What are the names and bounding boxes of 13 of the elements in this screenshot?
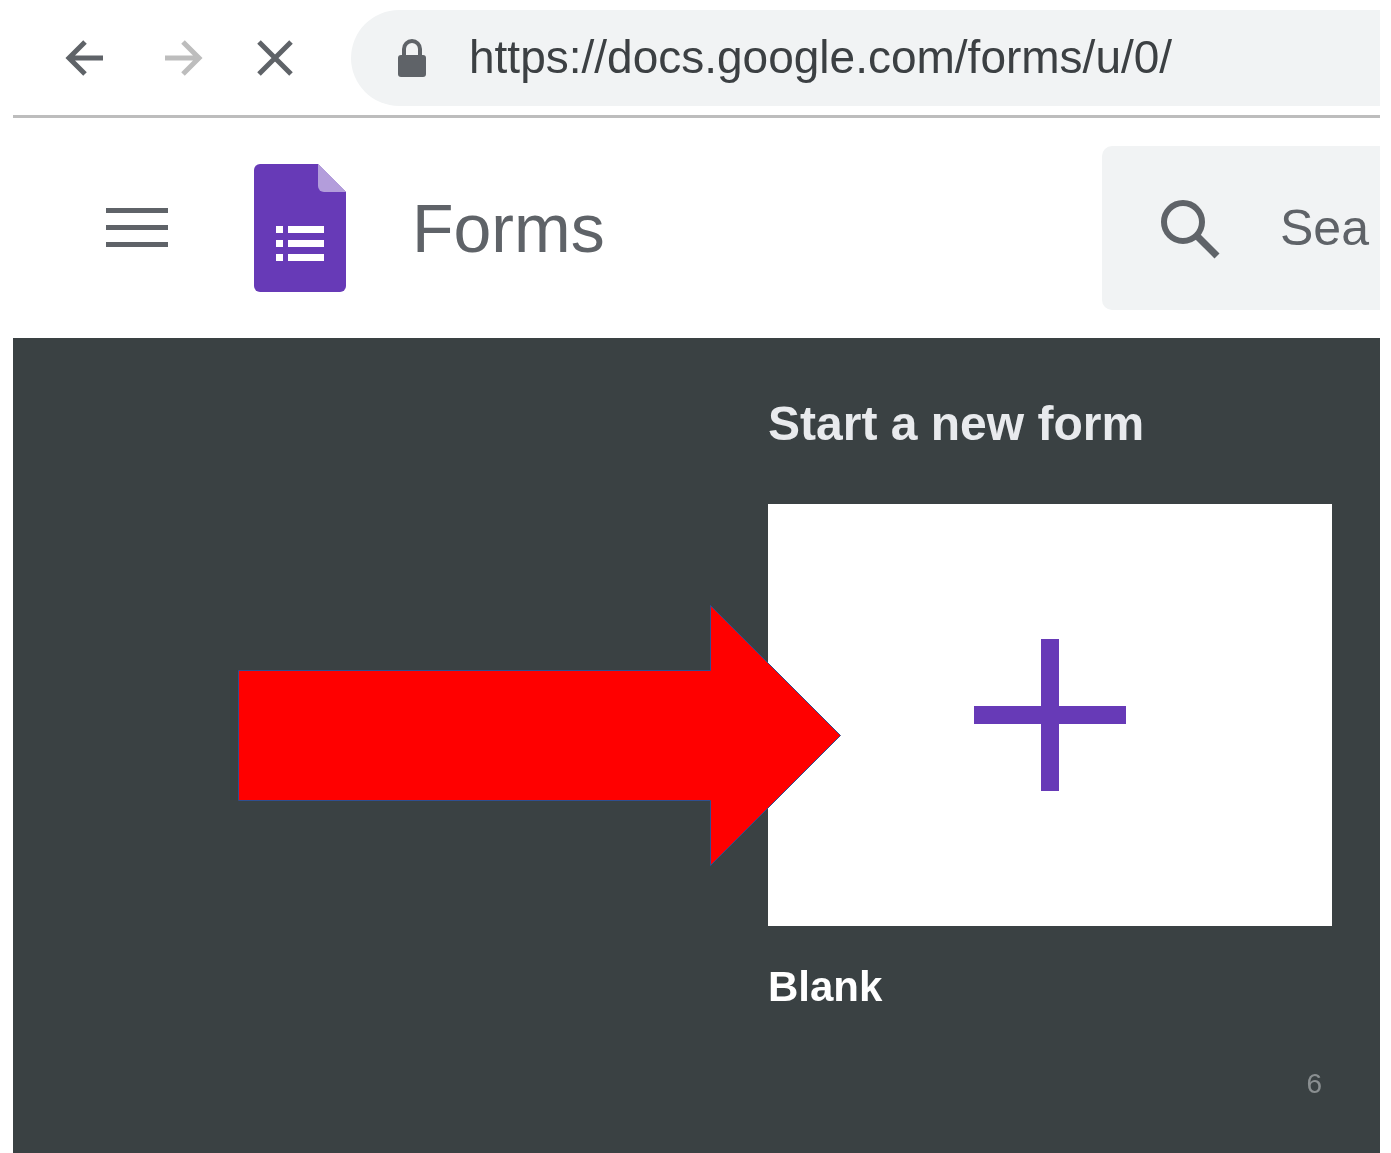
url-text: https://docs.google.com/forms/u/0/ — [469, 30, 1173, 85]
slide-number: 6 — [1306, 1067, 1322, 1101]
forms-logo-icon — [254, 164, 346, 292]
section-title: Start a new form — [768, 400, 1146, 448]
search-icon — [1158, 197, 1220, 259]
plus-icon — [974, 639, 1126, 791]
template-label: Blank — [768, 966, 884, 1008]
app-title: Forms — [412, 189, 605, 268]
address-bar[interactable]: https://docs.google.com/forms/u/0/ — [351, 9, 1380, 106]
search-field[interactable]: Sea — [1280, 190, 1380, 266]
blank-form-card[interactable] — [768, 504, 1332, 926]
lock-icon — [397, 38, 427, 77]
menu-icon[interactable] — [106, 208, 168, 248]
